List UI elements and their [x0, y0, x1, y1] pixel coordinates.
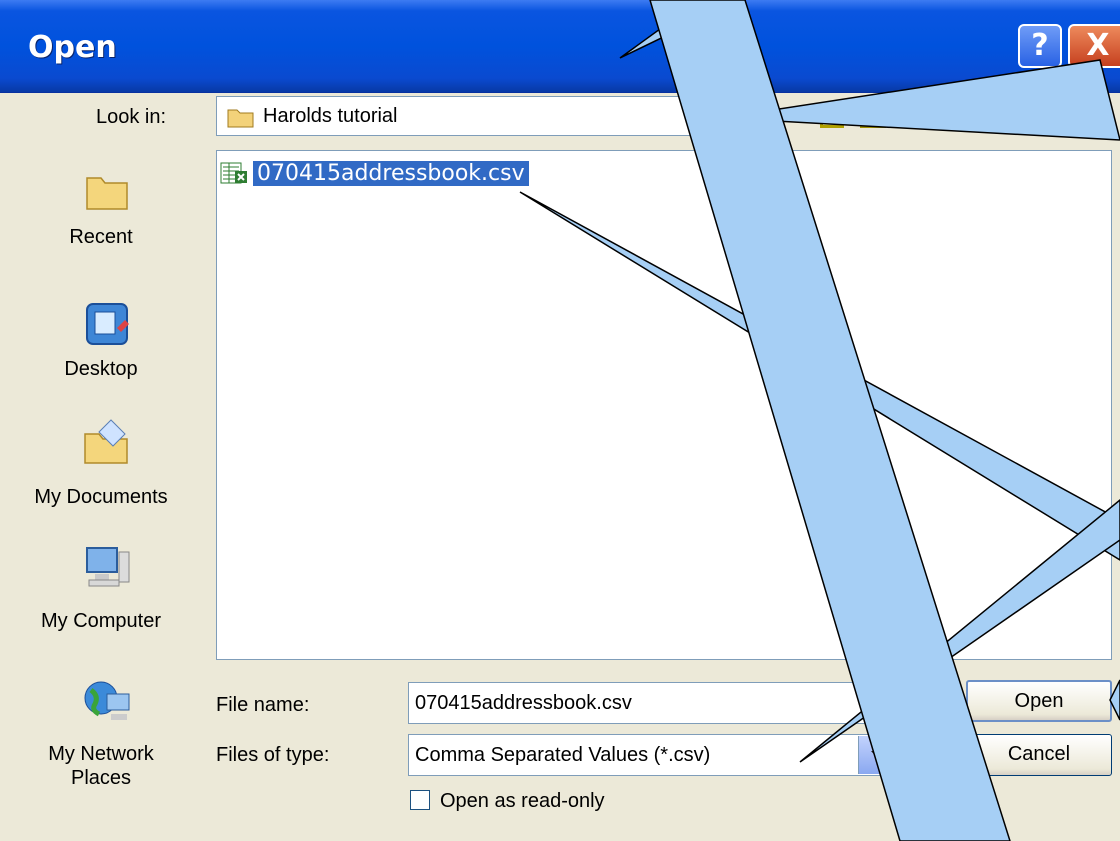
place-my-documents[interactable]: My Documents [6, 412, 196, 522]
file-list[interactable]: 070415addressbook.csv [216, 150, 1112, 660]
file-type-label: Files of type: [216, 744, 330, 766]
place-my-network-places[interactable]: My Network Places [6, 672, 196, 812]
place-label-my-computer: My Computer [40, 610, 162, 632]
places-bar: Recent Desktop My Documents My Computer [6, 150, 196, 840]
look-in-combo[interactable]: Harolds tutorial [216, 96, 736, 136]
dialog-title: Open [28, 30, 117, 65]
csv-file-icon [219, 161, 249, 185]
read-only-label: Open as read-only [440, 790, 605, 812]
cancel-button[interactable]: Cancel [966, 734, 1112, 776]
desktop-icon [86, 303, 129, 345]
file-name-input[interactable]: 070415addressbook.csv [408, 682, 940, 724]
place-desktop[interactable]: Desktop [6, 290, 196, 400]
file-name-label: File name: [216, 694, 310, 716]
folder-icon [227, 109, 254, 128]
views-menu-icon[interactable] [906, 108, 936, 128]
open-button[interactable]: Open [966, 680, 1112, 722]
place-label-desktop: Desktop [64, 358, 138, 380]
my-computer-icon [86, 547, 130, 587]
close-button[interactable]: X [1068, 24, 1120, 68]
help-button[interactable]: ? [1018, 24, 1062, 68]
place-label-recent: Recent [69, 226, 133, 248]
my-network-places-icon [84, 681, 130, 720]
file-item[interactable]: 070415addressbook.csv [219, 157, 529, 189]
read-only-checkbox[interactable] [410, 790, 430, 810]
place-recent[interactable]: Recent [6, 150, 196, 300]
back-icon[interactable] [776, 108, 798, 128]
file-type-select[interactable]: Comma Separated Values (*.csv) [408, 734, 898, 776]
up-folder-icon[interactable] [820, 108, 844, 128]
look-in-label: Look in: [96, 106, 167, 128]
place-label-my-network-places: My Network Places [48, 743, 154, 789]
place-label-my-documents: My Documents [34, 486, 168, 508]
recent-folder-icon [86, 177, 128, 210]
file-item-name: 070415addressbook.csv [253, 160, 529, 186]
chevron-down-icon [871, 751, 885, 759]
my-documents-icon [84, 419, 128, 464]
file-type-dropdown-arrow[interactable] [858, 736, 896, 774]
new-folder-icon[interactable] [860, 108, 886, 128]
look-in-value: Harolds tutorial [263, 105, 398, 127]
place-my-computer[interactable]: My Computer [6, 542, 196, 652]
title-bar [0, 0, 1120, 93]
